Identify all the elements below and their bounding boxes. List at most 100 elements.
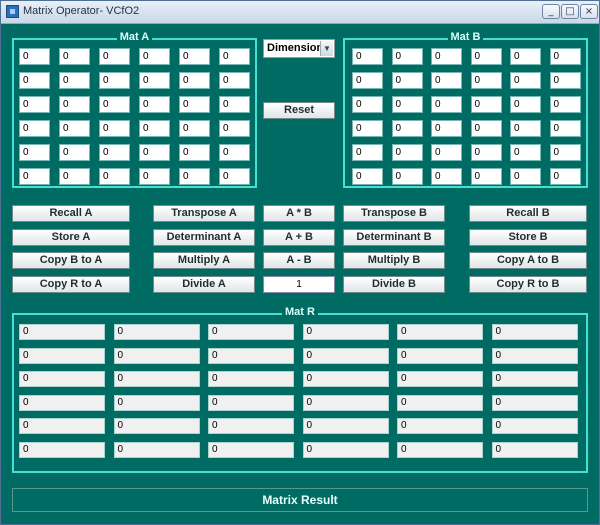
mat-b-cell[interactable]: 0 [391,168,423,185]
mat-a-cell[interactable]: 0 [219,96,250,113]
mat-a-cell[interactable]: 0 [19,144,50,161]
store-a-button[interactable]: Store A [12,229,130,246]
transpose-b-button[interactable]: Transpose B [343,205,445,222]
mat-b-cell[interactable]: 0 [549,168,581,185]
mat-b-cell[interactable]: 0 [470,120,502,137]
mat-a-cell[interactable]: 0 [179,120,210,137]
mat-a-cell[interactable]: 0 [19,48,50,65]
mat-a-cell[interactable]: 0 [59,72,90,89]
mat-b-cell[interactable]: 0 [352,120,383,137]
mat-b-cell[interactable]: 0 [352,72,383,89]
mat-a-cell[interactable]: 0 [139,96,170,113]
mat-b-cell[interactable]: 0 [431,144,462,161]
mat-b-cell[interactable]: 0 [470,48,502,65]
store-b-button[interactable]: Store B [469,229,587,246]
maximize-button[interactable]: □ [561,4,579,19]
mat-a-cell[interactable]: 0 [179,168,210,185]
mat-a-cell[interactable]: 0 [59,120,90,137]
mat-a-cell[interactable]: 0 [219,48,250,65]
mat-b-cell[interactable]: 0 [352,96,383,113]
mat-a-cell[interactable]: 0 [59,168,90,185]
multiply-b-button[interactable]: Multiply B [343,252,445,269]
mat-b-cell[interactable]: 0 [470,72,502,89]
mat-a-cell[interactable]: 0 [99,72,130,89]
mat-b-cell[interactable]: 0 [549,96,581,113]
transpose-a-button[interactable]: Transpose A [153,205,255,222]
mat-b-cell[interactable]: 0 [510,144,541,161]
multiply-a-button[interactable]: Multiply A [153,252,255,269]
copy-r-to-b-button[interactable]: Copy R to B [469,276,587,293]
mat-a-cell[interactable]: 0 [139,48,170,65]
mat-a-cell[interactable]: 0 [19,96,50,113]
copy-r-to-a-button[interactable]: Copy R to A [12,276,130,293]
mat-b-cell[interactable]: 0 [510,120,541,137]
mat-a-cell[interactable]: 0 [179,144,210,161]
mat-a-cell[interactable]: 0 [19,72,50,89]
mat-a-cell[interactable]: 0 [19,168,50,185]
mat-a-cell[interactable]: 0 [179,48,210,65]
mat-b-cell[interactable]: 0 [391,120,423,137]
mat-b-cell[interactable]: 0 [470,144,502,161]
mat-a-cell[interactable]: 0 [219,72,250,89]
recall-a-button[interactable]: Recall A [12,205,130,222]
mat-r-cell: 0 [491,418,578,434]
mat-a-cell[interactable]: 0 [179,96,210,113]
mat-b-cell[interactable]: 0 [391,48,423,65]
mat-b-cell[interactable]: 0 [391,72,423,89]
mat-a-cell[interactable]: 0 [99,144,130,161]
mat-b-cell[interactable]: 0 [470,168,502,185]
minimize-button[interactable]: _ [542,4,560,19]
mat-b-cell[interactable]: 0 [510,168,541,185]
scalar-input[interactable]: 1 [263,276,335,293]
mat-a-cell[interactable]: 0 [99,120,130,137]
recall-b-button[interactable]: Recall B [469,205,587,222]
mat-b-cell[interactable]: 0 [549,144,581,161]
mat-b-cell[interactable]: 0 [431,48,462,65]
mat-b-cell[interactable]: 0 [352,48,383,65]
chevron-down-icon[interactable]: ▼ [320,41,333,56]
mat-b-cell[interactable]: 0 [549,48,581,65]
mat-a-cell[interactable]: 0 [139,120,170,137]
mat-a-cell[interactable]: 0 [99,48,130,65]
mat-a-cell[interactable]: 0 [219,144,250,161]
app-icon [6,5,19,18]
mat-b-cell[interactable]: 0 [510,96,541,113]
copy-b-to-a-button[interactable]: Copy B to A [12,252,130,269]
mat-b-cell[interactable]: 0 [352,144,383,161]
a-minus-b-button[interactable]: A - B [263,252,335,269]
mat-a-cell[interactable]: 0 [19,120,50,137]
divide-b-button[interactable]: Divide B [343,276,445,293]
mat-a-cell[interactable]: 0 [59,48,90,65]
mat-a-cell[interactable]: 0 [99,168,130,185]
mat-a-cell[interactable]: 0 [59,96,90,113]
close-button[interactable]: × [580,4,598,19]
mat-b-cell[interactable]: 0 [431,72,462,89]
determinant-b-button[interactable]: Determinant B [343,229,445,246]
mat-a-cell[interactable]: 0 [219,120,250,137]
dimension-dropdown[interactable]: Dimension ▼ [263,39,335,58]
mat-a-cell[interactable]: 0 [139,168,170,185]
a-times-b-button[interactable]: A * B [263,205,335,222]
mat-b-cell[interactable]: 0 [470,96,502,113]
mat-b-cell[interactable]: 0 [431,168,462,185]
mat-b-cell[interactable]: 0 [510,72,541,89]
mat-a-cell[interactable]: 0 [179,72,210,89]
a-plus-b-button[interactable]: A + B [263,229,335,246]
divide-a-button[interactable]: Divide A [153,276,255,293]
mat-b-cell[interactable]: 0 [391,144,423,161]
mat-b-cell[interactable]: 0 [549,72,581,89]
mat-a-cell[interactable]: 0 [219,168,250,185]
mat-b-cell[interactable]: 0 [431,120,462,137]
mat-a-cell[interactable]: 0 [139,72,170,89]
copy-a-to-b-button[interactable]: Copy A to B [469,252,587,269]
mat-a-cell[interactable]: 0 [99,96,130,113]
mat-b-cell[interactable]: 0 [391,96,423,113]
mat-a-cell[interactable]: 0 [59,144,90,161]
mat-b-cell[interactable]: 0 [510,48,541,65]
mat-b-cell[interactable]: 0 [549,120,581,137]
determinant-a-button[interactable]: Determinant A [153,229,255,246]
mat-b-cell[interactable]: 0 [431,96,462,113]
reset-button[interactable]: Reset [263,102,335,119]
mat-a-cell[interactable]: 0 [139,144,170,161]
mat-b-cell[interactable]: 0 [352,168,383,185]
